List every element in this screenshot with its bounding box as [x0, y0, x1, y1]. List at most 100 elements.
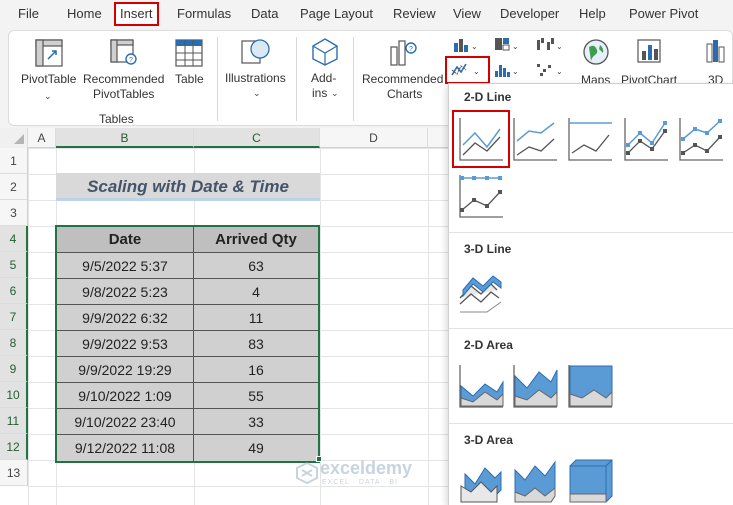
row-header[interactable]: 1 — [0, 148, 28, 174]
waterfall-chart-icon[interactable]: ⌄ — [535, 36, 563, 54]
table-row: 9/9/2022 9:53 83 — [57, 331, 318, 357]
row-header[interactable]: 7 — [0, 304, 28, 330]
100-percent-stacked-area-chart-thumb[interactable] — [566, 362, 614, 410]
table-cell-qty[interactable]: 55 — [193, 383, 318, 409]
row-header[interactable]: 5 — [0, 252, 28, 278]
recommended-pivottables-icon: ? — [110, 39, 137, 65]
pivottable-label: PivotTable — [21, 72, 77, 86]
section-2d-area-header: 2-D Area — [449, 333, 733, 357]
row-header[interactable]: 11 — [0, 408, 28, 434]
table-cell-date[interactable]: 9/12/2022 11:08 — [57, 435, 194, 461]
sheet-title[interactable]: Scaling with Date & Time — [56, 173, 320, 201]
table-cell-date[interactable]: 9/8/2022 5:23 — [57, 279, 194, 305]
column-header-a[interactable]: A — [28, 128, 56, 148]
3d-stacked-area-chart-thumb[interactable] — [511, 456, 559, 504]
table-header-qty[interactable]: Arrived Qty — [193, 227, 318, 253]
watermark-tagline: EXCEL · DATA · BI — [322, 479, 398, 486]
menu-help[interactable]: Help — [579, 0, 606, 28]
column-header-d[interactable]: D — [320, 128, 428, 148]
svg-text:⌄: ⌄ — [471, 42, 478, 51]
svg-text:⌄: ⌄ — [556, 67, 563, 76]
area-chart-thumb[interactable] — [457, 362, 505, 410]
line-with-markers-chart-thumb[interactable] — [622, 115, 670, 163]
menu-insert[interactable]: Insert — [114, 2, 159, 26]
section-3d-line-header: 3-D Line — [449, 237, 733, 261]
line-chart-thumb[interactable] — [452, 110, 510, 168]
chevron-down-icon: ⌄ — [44, 91, 52, 101]
table-icon — [175, 39, 203, 67]
row-header[interactable]: 2 — [0, 174, 28, 200]
table-cell-date[interactable]: 9/10/2022 1:09 — [57, 383, 194, 409]
row-header[interactable]: 10 — [0, 382, 28, 408]
table-cell-date[interactable]: 9/9/2022 19:29 — [57, 357, 194, 383]
grid-line — [320, 148, 321, 505]
100-percent-stacked-line-chart-thumb[interactable] — [566, 115, 614, 163]
stacked-line-with-markers-chart-thumb[interactable] — [677, 115, 725, 163]
menu-review[interactable]: Review — [393, 0, 436, 28]
3d-area-chart-thumb[interactable] — [457, 456, 505, 504]
table-cell-date[interactable]: 9/5/2022 5:37 — [57, 253, 194, 279]
globe-icon — [583, 39, 609, 65]
exceldemy-watermark: exceldemy EXCEL · DATA · BI — [296, 458, 446, 492]
3d-100-percent-stacked-area-chart-thumb[interactable] — [566, 456, 614, 504]
row-header[interactable]: 6 — [0, 278, 28, 304]
column-header-b[interactable]: B — [56, 128, 194, 148]
scatter-chart-icon[interactable]: ⌄ — [535, 61, 563, 79]
recommended-charts-label-1: Recommended — [362, 72, 444, 86]
column-header-c[interactable]: C — [194, 128, 320, 148]
menu-home[interactable]: Home — [67, 0, 102, 28]
menu-file[interactable]: File — [18, 0, 39, 28]
100-percent-stacked-line-with-markers-thumb[interactable] — [457, 172, 505, 220]
menu-page-layout[interactable]: Page Layout — [300, 0, 373, 28]
svg-text:⌄: ⌄ — [512, 67, 519, 76]
section-3d-area-header: 3-D Area — [449, 428, 733, 452]
watermark-name: exceldemy — [320, 458, 413, 478]
table-cell-qty[interactable]: 11 — [193, 305, 318, 331]
pivotchart-icon — [637, 39, 661, 63]
column-chart-icon[interactable]: ⌄ — [452, 36, 478, 54]
menu-power-pivot[interactable]: Power Pivot — [629, 0, 698, 28]
section-divider — [449, 328, 733, 329]
svg-text:?: ? — [129, 57, 133, 64]
table-row: 9/9/2022 19:29 16 — [57, 357, 318, 383]
table-cell-qty[interactable]: 83 — [193, 331, 318, 357]
svg-text:⌄: ⌄ — [512, 42, 519, 51]
recommended-pivottables-label-1: Recommended — [83, 72, 165, 86]
table-cell-qty[interactable]: 33 — [193, 409, 318, 435]
menu-view[interactable]: View — [453, 0, 481, 28]
statistic-chart-icon[interactable]: ⌄ — [493, 61, 519, 79]
stacked-line-chart-thumb[interactable] — [511, 115, 559, 163]
svg-text:⌄: ⌄ — [473, 67, 480, 76]
3d-line-chart-thumb[interactable] — [457, 268, 505, 316]
row-header[interactable]: 3 — [0, 200, 28, 226]
line-chart-button[interactable]: ⌄ — [450, 61, 486, 79]
table-cell-qty[interactable]: 4 — [193, 279, 318, 305]
menu-data[interactable]: Data — [251, 0, 278, 28]
menu-formulas[interactable]: Formulas — [177, 0, 231, 28]
select-all-corner[interactable] — [0, 128, 28, 148]
line-chart-gallery: 2-D Line 3-D Line 2-D Area 3-D Area — [448, 83, 733, 505]
table-cell-date[interactable]: 9/9/2022 9:53 — [57, 331, 194, 357]
illustrations-icon — [241, 39, 270, 64]
stacked-area-chart-thumb[interactable] — [511, 362, 559, 410]
row-header[interactable]: 9 — [0, 356, 28, 382]
chevron-down-icon: ⌄ — [253, 88, 261, 98]
table-row: 9/9/2022 6:32 11 — [57, 305, 318, 331]
table-cell-date[interactable]: 9/9/2022 6:32 — [57, 305, 194, 331]
row-header[interactable]: 13 — [0, 460, 28, 486]
row-header[interactable]: 8 — [0, 330, 28, 356]
table-cell-date[interactable]: 9/10/2022 23:40 — [57, 409, 194, 435]
hierarchy-chart-icon[interactable]: ⌄ — [493, 36, 519, 54]
menu-developer[interactable]: Developer — [500, 0, 559, 28]
table-row: 9/12/2022 11:08 49 — [57, 435, 318, 461]
svg-text:?: ? — [409, 46, 413, 53]
row-header[interactable]: 4 — [0, 226, 28, 252]
table-row: 9/10/2022 23:40 33 — [57, 409, 318, 435]
exceldemy-logo-icon — [296, 462, 318, 484]
table-header-date[interactable]: Date — [57, 227, 194, 253]
table-cell-qty[interactable]: 16 — [193, 357, 318, 383]
table-row: 9/5/2022 5:37 63 — [57, 253, 318, 279]
row-header[interactable]: 12 — [0, 434, 28, 460]
table-cell-qty[interactable]: 63 — [193, 253, 318, 279]
grid-line — [428, 148, 429, 505]
